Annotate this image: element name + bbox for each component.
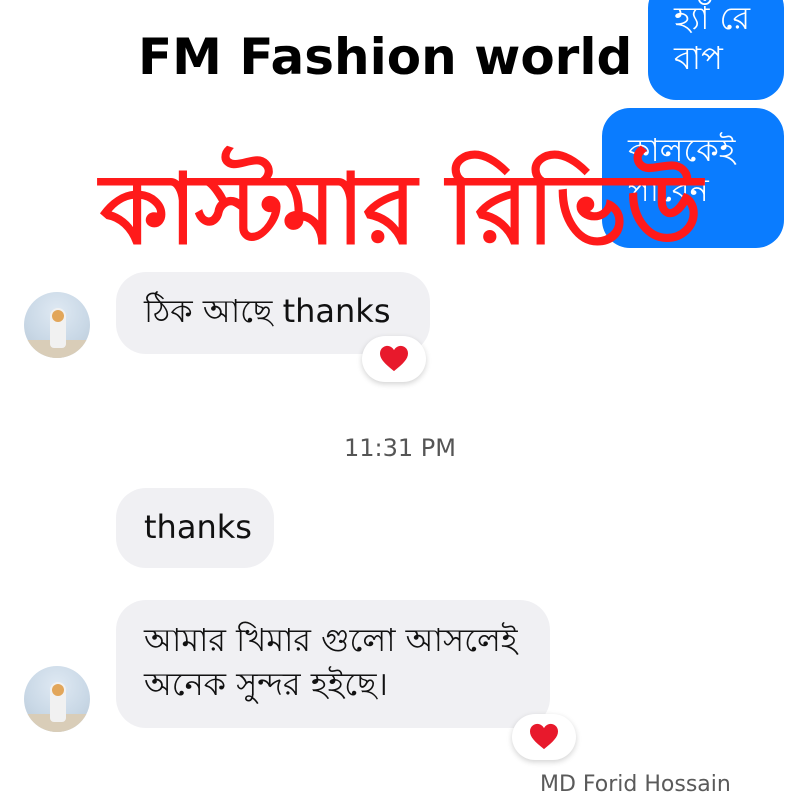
outgoing-message-text: হ্যাঁ রে বাপ — [674, 0, 751, 77]
contact-avatar[interactable] — [24, 292, 90, 358]
heart-icon — [530, 723, 558, 750]
incoming-message-text: thanks — [144, 508, 252, 546]
outgoing-message-bubble[interactable]: হ্যাঁ রে বাপ — [648, 0, 784, 100]
incoming-message-bubble[interactable]: thanks — [116, 488, 274, 568]
heart-icon — [380, 345, 408, 372]
contact-avatar[interactable] — [24, 666, 90, 732]
brand-title: FM Fashion world — [138, 28, 633, 86]
message-reaction[interactable] — [512, 714, 576, 760]
message-reaction[interactable] — [362, 336, 426, 382]
incoming-message-text: ঠিক আছে thanks — [144, 292, 391, 330]
message-timestamp: 11:31 PM — [344, 434, 456, 462]
incoming-message-text: আমার খিমার গুলো আসলেই অনেক সুন্দর হইছে। — [144, 621, 518, 703]
review-headline: কাস্টমার রিভিউ — [99, 153, 702, 267]
avatar-person — [50, 308, 66, 348]
incoming-message-bubble[interactable]: আমার খিমার গুলো আসলেই অনেক সুন্দর হইছে। — [116, 600, 550, 728]
watermark-text: MD Forid Hossain — [540, 772, 731, 797]
avatar-person — [50, 682, 66, 722]
